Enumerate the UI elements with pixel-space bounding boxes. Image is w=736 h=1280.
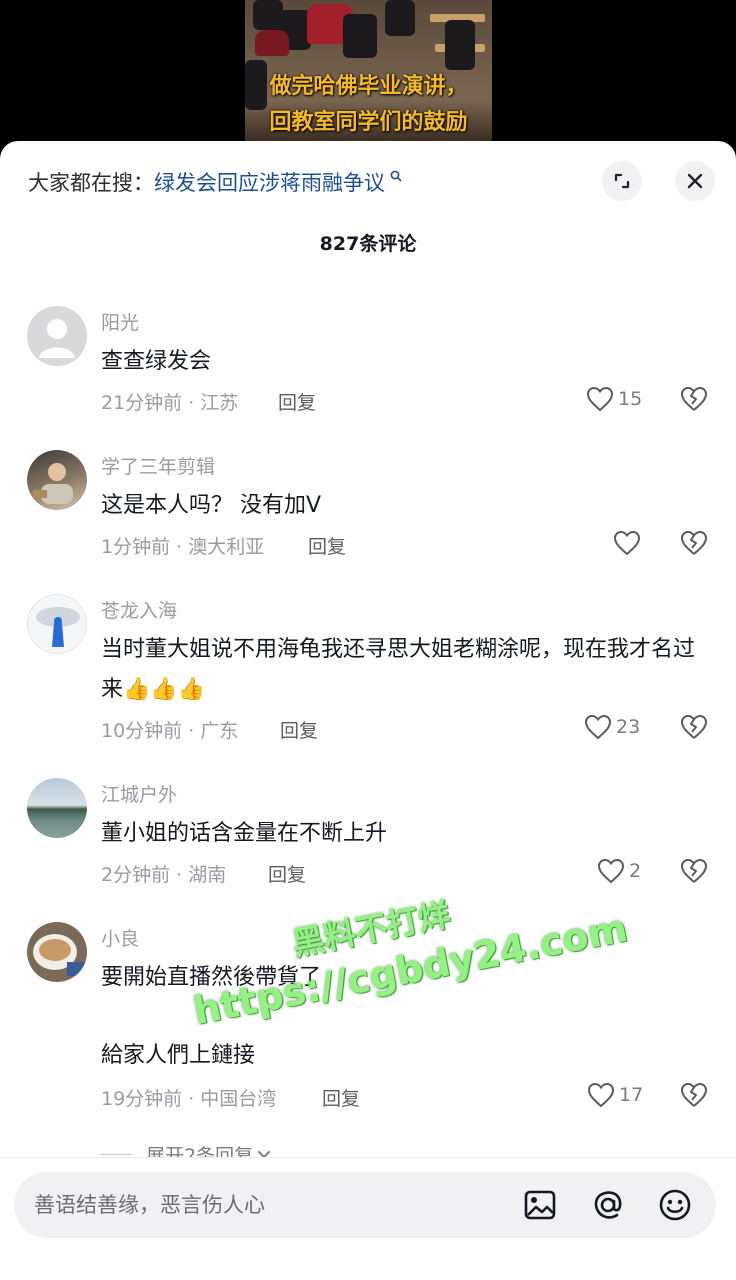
comment-text: 当时董大姐说不用海龟我还寻思大姐老糊涂呢，现在我才名过来👍👍👍 [101, 630, 701, 710]
reply-button[interactable]: 回复 [278, 388, 316, 415]
avatar[interactable] [27, 922, 87, 982]
like-count: 2 [629, 860, 642, 882]
video-caption-line2: 回教室同学们的鼓励 [269, 110, 468, 135]
broken-heart-icon [681, 387, 707, 411]
comment-meta: 10分钟前 · 广东 [101, 720, 239, 742]
expand-button[interactable] [602, 161, 642, 201]
video-area[interactable]: 做完哈佛毕业演讲， 回教室同学们的鼓励 [0, 0, 736, 142]
comment-meta: 19分钟前 · 中国台湾 [101, 1088, 277, 1110]
dislike-button[interactable] [680, 858, 708, 888]
reply-button[interactable]: 回复 [322, 1084, 360, 1111]
comment-item: 江城户外 董小姐的话含金量在不断上升 2分钟前 · 湖南 回复 2 [0, 778, 736, 898]
mention-icon [594, 1191, 622, 1219]
heart-icon [597, 858, 625, 884]
comment-text: 这是本人吗？ 没有加V [101, 493, 322, 518]
like-count: 17 [619, 1084, 644, 1106]
trending-search[interactable]: 大家都在搜：绿发会回应涉蒋雨融争议 [28, 167, 403, 197]
image-icon [524, 1190, 556, 1220]
comment-item: 学了三年剪辑 这是本人吗？ 没有加V 1分钟前 · 澳大利亚 回复 [0, 450, 736, 570]
video-caption-line1: 做完哈佛毕业演讲， [269, 74, 468, 99]
avatar[interactable] [27, 450, 87, 510]
emoji-button[interactable] [657, 1187, 693, 1223]
broken-heart-icon [681, 715, 707, 739]
comment-text-line1: 要開始直播然後帶貨了 [101, 965, 322, 990]
comment-input[interactable] [34, 1172, 494, 1238]
heart-icon [587, 1082, 615, 1108]
comment-meta: 2分钟前 · 湖南 [101, 864, 227, 886]
like-button[interactable]: 23 [584, 714, 640, 740]
like-button[interactable]: 17 [587, 1082, 643, 1108]
close-icon [687, 173, 703, 189]
mention-button[interactable] [590, 1187, 626, 1223]
like-count: 23 [616, 716, 641, 738]
divider [100, 1154, 132, 1155]
comment-author[interactable]: 江城户外 [101, 780, 177, 807]
comment-item: 小良 要開始直播然後帶貨了 給家人們上鏈接 19分钟前 · 中国台湾 回复 17 [0, 922, 736, 1122]
comment-meta: 1分钟前 · 澳大利亚 [101, 536, 265, 558]
dislike-button[interactable] [680, 714, 708, 744]
comment-meta: 21分钟前 · 江苏 [101, 392, 239, 414]
comment-author[interactable]: 小良 [101, 924, 139, 951]
expand-icon [614, 173, 630, 189]
like-button[interactable] [613, 530, 645, 556]
comment-text: 查查绿发会 [101, 349, 212, 374]
like-button[interactable]: 15 [586, 386, 642, 412]
heart-icon [613, 530, 641, 556]
comment-sheet: 大家都在搜：绿发会回应涉蒋雨融争议 827条评论 阳光 查查绿发会 21分钟前 … [0, 141, 736, 1280]
trending-search-query[interactable]: 绿发会回应涉蒋雨融争议 [154, 171, 385, 195]
like-button[interactable]: 2 [597, 858, 641, 884]
reply-button[interactable]: 回复 [280, 716, 318, 743]
broken-heart-icon [681, 531, 707, 555]
comment-text: 董小姐的话含金量在不断上升 [101, 821, 388, 846]
reply-button[interactable]: 回复 [308, 532, 346, 559]
close-button[interactable] [675, 161, 715, 201]
avatar[interactable] [27, 306, 87, 366]
comment-input-bar [0, 1157, 736, 1280]
dislike-button[interactable] [680, 530, 708, 560]
comment-author[interactable]: 阳光 [101, 308, 139, 335]
dislike-button[interactable] [680, 1082, 708, 1112]
comment-author[interactable]: 学了三年剪辑 [101, 452, 215, 479]
trending-search-label: 大家都在搜： [28, 171, 154, 195]
comment-text-line2: 給家人們上鏈接 [101, 1043, 256, 1068]
broken-heart-icon [681, 1083, 707, 1107]
comment-author[interactable]: 苍龙入海 [101, 596, 177, 623]
avatar[interactable] [27, 778, 87, 838]
search-icon [386, 170, 403, 186]
comment-count: 827条评论 [319, 233, 417, 255]
dislike-button[interactable] [680, 386, 708, 416]
like-count: 15 [618, 388, 643, 410]
avatar[interactable] [27, 594, 87, 654]
heart-icon [586, 386, 614, 412]
broken-heart-icon [681, 859, 707, 883]
comment-input-container[interactable] [14, 1172, 716, 1238]
reply-button[interactable]: 回复 [268, 860, 306, 887]
comment-item: 阳光 查查绿发会 21分钟前 · 江苏 回复 15 [0, 306, 736, 426]
thumbs-up-emoji: 👍👍👍 [123, 677, 206, 702]
image-button[interactable] [522, 1187, 558, 1223]
emoji-icon [659, 1189, 691, 1221]
heart-icon [584, 714, 612, 740]
comment-item: 苍龙入海 当时董大姐说不用海龟我还寻思大姐老糊涂呢，现在我才名过来👍👍👍 10分… [0, 594, 736, 754]
